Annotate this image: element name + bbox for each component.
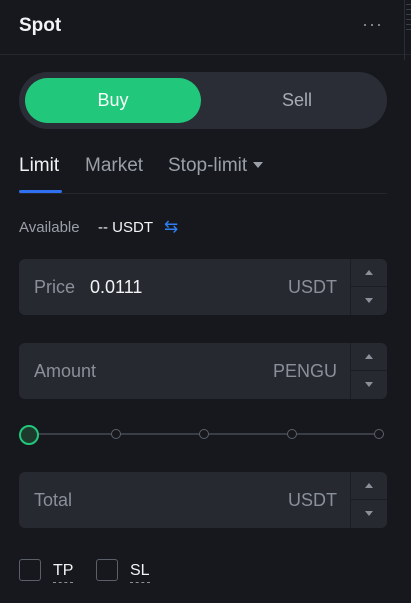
caret-up-icon <box>365 483 373 488</box>
panel-header: Spot ··· <box>0 0 411 55</box>
increment-button[interactable] <box>351 472 387 500</box>
amount-unit: PENGU <box>272 361 337 381</box>
caret-up-icon <box>365 354 373 359</box>
price-stepper <box>350 259 387 315</box>
decrement-button[interactable] <box>351 500 387 527</box>
caret-up-icon <box>365 270 373 275</box>
active-tab-indicator <box>19 190 62 193</box>
sl-checkbox[interactable] <box>96 559 118 581</box>
caret-down-icon <box>365 511 373 516</box>
tp-checkbox[interactable] <box>19 559 41 581</box>
slider-mark-100[interactable] <box>374 429 384 439</box>
caret-down-icon <box>365 298 373 303</box>
sell-button[interactable]: Sell <box>209 78 385 123</box>
tp-label[interactable]: TP <box>53 562 74 583</box>
price-value[interactable]: 0.0111 <box>90 277 142 298</box>
available-balance: Available -- USDT ⇆ <box>19 217 178 236</box>
price-input[interactable]: Price 0.0111 USDT <box>19 259 387 315</box>
tab-limit[interactable]: Limit <box>19 155 59 177</box>
decrement-button[interactable] <box>351 371 387 398</box>
amount-stepper <box>350 343 387 399</box>
amount-input[interactable]: Amount PENGU <box>19 343 387 399</box>
order-type-tabs: Limit Market Stop-limit <box>19 155 387 194</box>
transfer-arrows-icon[interactable]: ⇆ <box>164 217 178 237</box>
slider-mark-25[interactable] <box>111 429 121 439</box>
total-label: Total <box>34 490 73 510</box>
increment-button[interactable] <box>351 259 387 287</box>
more-horizontal-icon[interactable]: ··· <box>362 14 383 35</box>
resize-handle[interactable] <box>404 0 411 60</box>
available-label: Available <box>19 219 80 236</box>
slider-mark-50[interactable] <box>199 429 209 439</box>
sl-label[interactable]: SL <box>130 562 150 583</box>
increment-button[interactable] <box>351 343 387 371</box>
buy-button[interactable]: Buy <box>25 78 201 123</box>
buy-sell-toggle: Buy Sell <box>19 72 387 129</box>
amount-slider[interactable] <box>19 424 384 445</box>
caret-down-icon <box>365 382 373 387</box>
decrement-button[interactable] <box>351 287 387 314</box>
slider-mark-75[interactable] <box>287 429 297 439</box>
amount-label: Amount <box>34 361 97 381</box>
total-unit: USDT <box>288 490 337 510</box>
tab-stop-limit[interactable]: Stop-limit <box>168 155 264 177</box>
panel-title: Spot <box>19 15 62 36</box>
slider-handle[interactable] <box>19 425 39 445</box>
total-stepper <box>350 472 387 528</box>
total-input[interactable]: Total USDT <box>19 472 387 528</box>
tab-market[interactable]: Market <box>85 155 143 177</box>
chevron-down-icon <box>253 162 264 168</box>
price-label: Price <box>34 277 76 297</box>
price-unit: USDT <box>288 277 337 297</box>
available-value: -- USDT <box>98 219 153 236</box>
